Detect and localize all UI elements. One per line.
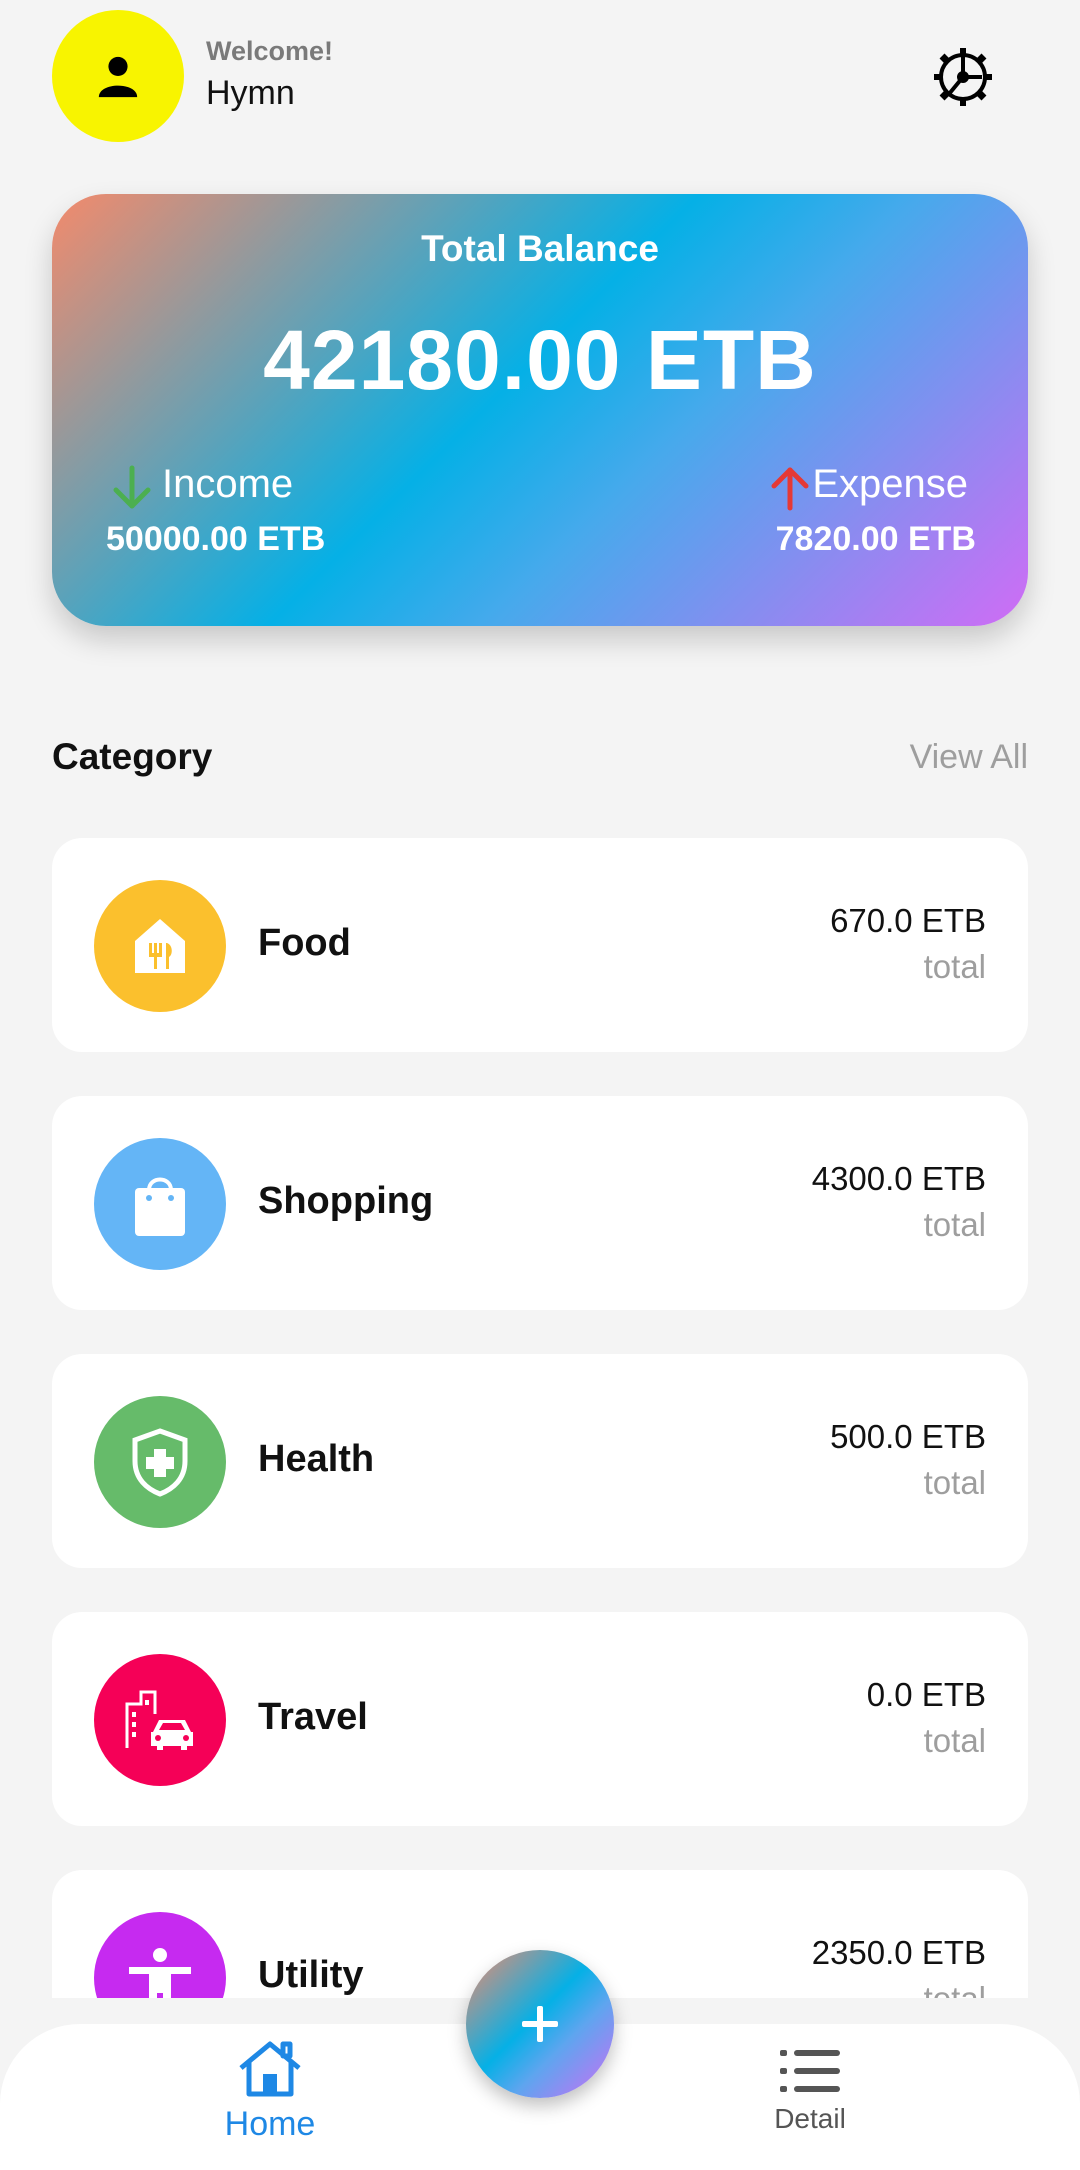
expense-arrow-icon (771, 467, 809, 511)
income-arrow-icon (113, 465, 151, 509)
utility-circle (94, 1912, 226, 1998)
expense-label: Expense (812, 462, 968, 506)
food-icon (135, 919, 185, 973)
category-total-label: total (923, 1206, 986, 1243)
plus-icon (522, 2006, 558, 2042)
balance-card: Total Balance 42180.00 ETB Income 50000.… (52, 194, 1028, 626)
list-icon (780, 2050, 840, 2092)
welcome-text: Welcome! (206, 36, 334, 66)
username: Hymn (206, 74, 295, 112)
view-all-link[interactable]: View All (910, 738, 1028, 777)
shopping-bag-icon (135, 1177, 185, 1236)
person-icon (98, 56, 138, 98)
category-list[interactable]: Food 670.0 ETB total Shopping 4300.0 ETB… (0, 820, 1080, 1998)
category-card-food[interactable]: Food 670.0 ETB total (52, 838, 1028, 1052)
balance-title: Total Balance (421, 228, 659, 269)
utility-person-icon (129, 1948, 191, 1998)
category-card-travel[interactable]: Travel 0.0 ETB total (52, 1612, 1028, 1826)
food-circle (94, 880, 226, 1012)
travel-circle (94, 1654, 226, 1786)
category-title: Category (52, 736, 213, 777)
nav-home-label: Home (224, 2105, 316, 2143)
category-total-label: total (923, 1464, 986, 1501)
gear-icon (934, 48, 992, 106)
shopping-circle (94, 1138, 226, 1270)
nav-detail[interactable]: Detail (750, 2048, 870, 2135)
income-value: 50000.00 ETB (106, 520, 326, 558)
balance-amount: 42180.00 ETB (263, 313, 817, 407)
category-name: Food (258, 922, 351, 964)
category-amount: 670.0 ETB (830, 902, 986, 939)
category-total-label: total (923, 1722, 986, 1759)
settings-button[interactable] (930, 44, 996, 110)
category-card-shopping[interactable]: Shopping 4300.0 ETB total (52, 1096, 1028, 1310)
category-amount: 0.0 ETB (866, 1676, 986, 1713)
expense-value: 7820.00 ETB (775, 520, 976, 558)
category-amount: 2350.0 ETB (811, 1934, 986, 1971)
category-amount: 500.0 ETB (830, 1418, 986, 1455)
category-total-label: total (924, 1980, 986, 1998)
health-circle (94, 1396, 226, 1528)
category-amount: 4300.0 ETB (811, 1160, 986, 1197)
category-name: Health (258, 1438, 375, 1480)
category-name: Travel (258, 1696, 368, 1738)
nav-detail-label: Detail (774, 2103, 846, 2134)
category-total-label: total (923, 948, 986, 985)
income-label: Income (162, 462, 294, 506)
nav-home[interactable]: Home (210, 2040, 330, 2144)
travel-icon (125, 1690, 193, 1750)
category-name: Utility (258, 1954, 364, 1996)
avatar[interactable] (52, 10, 184, 142)
home-icon (239, 2041, 301, 2097)
health-shield-icon (132, 1428, 188, 1497)
category-name: Shopping (258, 1180, 434, 1222)
add-transaction-button[interactable] (466, 1950, 614, 2098)
category-card-health[interactable]: Health 500.0 ETB total (52, 1354, 1028, 1568)
